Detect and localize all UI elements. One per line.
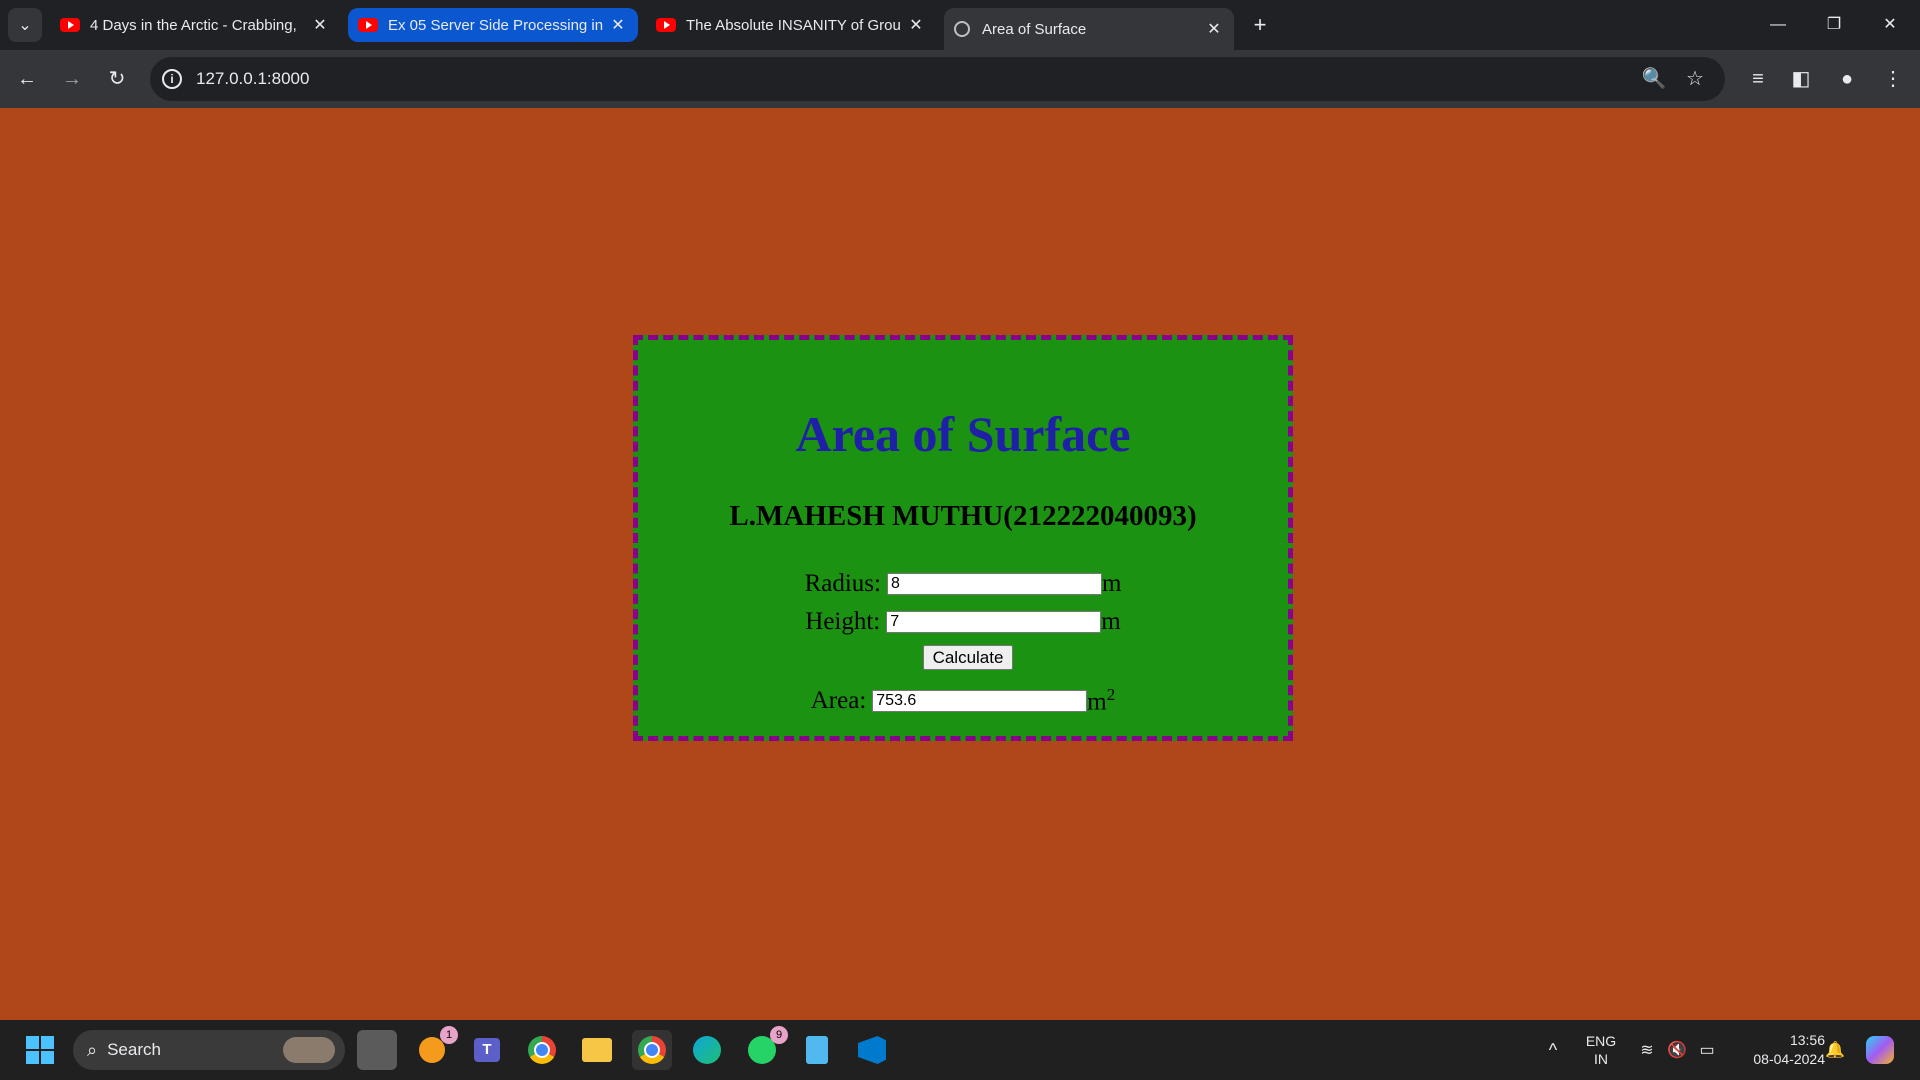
whatsapp-badge: 9 (770, 1026, 788, 1044)
reload-button[interactable]: ↻ (99, 61, 135, 97)
calculate-button[interactable]: Calculate (923, 645, 1013, 670)
tab-2[interactable]: Ex 05 Server Side Processing in ✕ (348, 8, 638, 42)
chrome-icon[interactable] (522, 1030, 562, 1070)
file-explorer-icon[interactable] (577, 1030, 617, 1070)
search-icon: ⌕ (87, 1039, 98, 1060)
clock[interactable]: 13:56 08-04-2024 (1730, 1020, 1825, 1080)
back-button[interactable]: ← (9, 61, 45, 97)
radius-row: Radius: m (638, 570, 1288, 598)
media-control-icon[interactable]: ≡ (1740, 61, 1776, 97)
teams-icon[interactable]: T (467, 1030, 507, 1070)
new-tab-button[interactable]: + (1245, 10, 1275, 40)
radius-label: Radius: (804, 570, 881, 597)
language-top: ENG (1585, 1033, 1617, 1049)
taskbar-search-box[interactable]: ⌕ Search (73, 1030, 345, 1070)
profile-icon[interactable]: ● (1829, 61, 1865, 97)
page-viewport: Area of Surface L.MAHESH MUTHU(212222040… (0, 108, 1920, 1020)
tab-bar: ⌄ 4 Days in the Arctic - Crabbing, ✕ Ex … (0, 0, 1920, 50)
close-icon[interactable]: ✕ (310, 15, 330, 35)
globe-icon (954, 21, 970, 37)
taskbar-search-label: Search (107, 1040, 161, 1059)
height-row: Height: m (638, 608, 1288, 636)
tab-area-of-surface[interactable]: Area of Surface ✕ (944, 8, 1234, 50)
tab-1[interactable]: 4 Days in the Arctic - Crabbing, ✕ (50, 8, 340, 42)
language-bottom: IN (1594, 1051, 1608, 1067)
chrome-active-icon[interactable] (632, 1030, 672, 1070)
page-title: Area of Surface (795, 406, 1131, 462)
height-label: Height: (805, 608, 881, 635)
close-icon[interactable]: ✕ (906, 15, 926, 35)
chevron-down-icon: ⌄ (18, 17, 32, 34)
calculator-card: Area of Surface L.MAHESH MUTHU(212222040… (633, 335, 1293, 741)
chevron-up-icon[interactable]: ^ (1535, 1020, 1571, 1080)
tab-search-button[interactable]: ⌄ (8, 8, 42, 42)
address-bar[interactable]: i 127.0.0.1:8000 (150, 57, 1725, 101)
youtube-icon (60, 18, 80, 32)
radius-unit: m (1101, 570, 1122, 597)
side-panel-icon[interactable]: ◧ (1783, 61, 1819, 97)
area-unit-exponent: 2 (1106, 685, 1116, 704)
height-input[interactable] (886, 611, 1102, 633)
area-row: Area: m2 (638, 685, 1288, 716)
tab-title: Area of Surface (982, 20, 1087, 38)
forward-button[interactable]: → (54, 61, 90, 97)
youtube-icon (656, 18, 676, 32)
area-unit-base: m (1087, 688, 1107, 716)
taskbar: ⌕ Search 1 T 9 ^ ENG IN ≋ 🔇 ▭ 13:56 08-0… (0, 1020, 1920, 1080)
notepad-icon[interactable] (797, 1030, 837, 1070)
language-indicator[interactable]: ENG IN (1575, 1020, 1627, 1080)
close-icon[interactable]: ✕ (1204, 19, 1224, 39)
bookmark-star-icon[interactable]: ☆ (1677, 61, 1713, 97)
minimize-button[interactable]: — (1750, 0, 1806, 50)
author-heading: L.MAHESH MUTHU(212222040093) (729, 500, 1197, 532)
menu-icon[interactable]: ⋮ (1875, 61, 1911, 97)
zoom-icon[interactable]: 🔍 (1636, 61, 1672, 97)
info-icon[interactable]: i (162, 69, 182, 89)
area-unit: m2 (1087, 685, 1115, 716)
whatsapp-icon[interactable]: 9 (742, 1026, 788, 1070)
copilot-icon[interactable] (1860, 1020, 1900, 1080)
restore-button[interactable]: ❐ (1806, 0, 1862, 50)
tab-title: Ex 05 Server Side Processing in (388, 16, 604, 34)
task-view-icon[interactable] (357, 1030, 397, 1070)
browser-toolbar: ← → ↻ i 127.0.0.1:8000 🔍 ☆ ≡ ◧ ● ⋮ (0, 50, 1920, 108)
area-label: Area: (810, 686, 867, 714)
edge-icon[interactable] (687, 1030, 727, 1070)
notification-badge: 1 (440, 1026, 458, 1044)
close-window-button[interactable]: ✕ (1862, 0, 1918, 50)
app-icon[interactable]: 1 (412, 1026, 458, 1070)
area-output[interactable] (872, 689, 1088, 712)
battery-icon[interactable]: ▭ (1692, 1020, 1722, 1080)
volume-muted-icon[interactable]: 🔇 (1662, 1020, 1692, 1080)
windows-start-icon[interactable] (20, 1030, 60, 1070)
date-text: 08-04-2024 (1753, 1051, 1825, 1067)
vscode-icon[interactable] (852, 1030, 892, 1070)
search-highlight-icon (283, 1037, 335, 1063)
radius-input[interactable] (886, 573, 1102, 595)
url-text: 127.0.0.1:8000 (196, 69, 310, 88)
youtube-icon (358, 18, 378, 32)
tab-title: 4 Days in the Arctic - Crabbing, (90, 16, 297, 34)
close-icon[interactable]: ✕ (608, 15, 628, 35)
height-unit: m (1101, 608, 1121, 635)
tab-3[interactable]: The Absolute INSANITY of Grou ✕ (646, 8, 936, 42)
bell-icon[interactable]: 🔔 (1820, 1020, 1850, 1080)
wifi-icon[interactable]: ≋ (1632, 1020, 1662, 1080)
tab-title: The Absolute INSANITY of Grou (686, 16, 901, 34)
